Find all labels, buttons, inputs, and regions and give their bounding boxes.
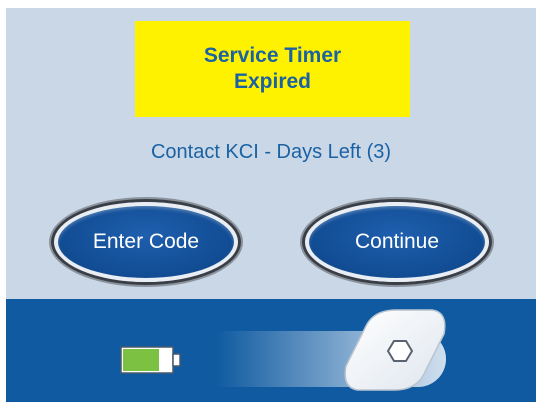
alert-title-line1: Service Timer xyxy=(203,44,342,67)
service-timer-alert: Service Timer Expired xyxy=(135,21,410,117)
alert-title-line2: Expired xyxy=(233,70,312,93)
slide-unlock-icon[interactable] xyxy=(336,304,454,396)
device-screen: Service Timer Expired Contact KCI - Days… xyxy=(6,8,536,402)
contact-message: Contact KCI - Days Left (3) xyxy=(150,141,392,163)
continue-button[interactable]: Continue xyxy=(305,202,489,282)
enter-code-button[interactable]: Enter Code xyxy=(54,202,238,282)
bottom-status-bar xyxy=(6,299,536,402)
battery-icon xyxy=(120,346,181,374)
